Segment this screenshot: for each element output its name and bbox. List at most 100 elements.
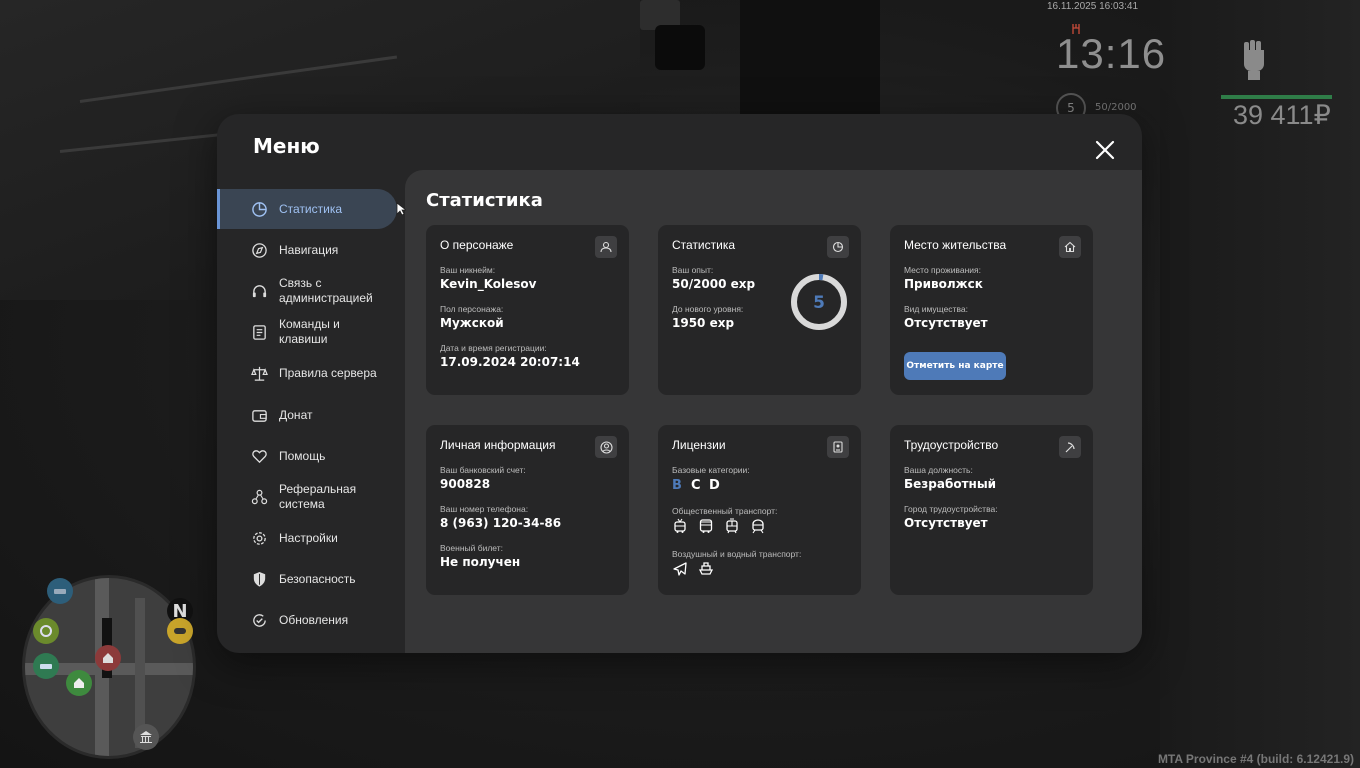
modal-title: Меню: [253, 134, 320, 158]
shield-icon: [253, 571, 266, 587]
sidebar-item-referral[interactable]: Реферальная система: [217, 477, 397, 517]
hud-money: 39 411₽: [1233, 100, 1331, 130]
sidebar-item-updates[interactable]: Обновления: [217, 600, 397, 640]
fist-icon: [1238, 38, 1270, 80]
exp-label: Ваш опыт:: [672, 265, 714, 275]
bus-icon: [699, 519, 713, 533]
gear-icon: [253, 531, 266, 545]
sidebar-item-commands[interactable]: Команды и клавиши: [217, 312, 397, 352]
military-id-label: Военный билет:: [440, 543, 504, 553]
build-version: MTA Province #4 (build: 6.12421.9): [1157, 752, 1354, 766]
content-panel: Статистика О персонаже Ваш никнейм: Kevi…: [405, 170, 1142, 653]
background-wall: [740, 0, 880, 120]
metro-icon: [752, 519, 764, 534]
next-level-label: До нового уровня:: [672, 304, 744, 314]
hud-exp: 50/2000: [1095, 102, 1137, 113]
close-icon: [1095, 140, 1115, 160]
sidebar-item-label: Правила сервера: [279, 365, 377, 380]
sidebar-item-contact-admin[interactable]: Связь с администрацией: [217, 271, 397, 311]
mark-on-map-button[interactable]: Отметить на карте: [904, 352, 1006, 380]
pie-chart-icon: [252, 201, 267, 217]
license-category-b: B: [672, 478, 682, 493]
gender-value: Мужской: [440, 316, 504, 330]
position-value: Безработный: [904, 477, 997, 491]
network-icon: [251, 489, 268, 504]
scales-icon: [251, 366, 268, 381]
position-label: Ваша должность:: [904, 465, 973, 475]
card-title: О персонаже: [440, 238, 514, 252]
sidebar-item-label: Статистика: [279, 201, 343, 216]
phone-label: Ваш номер телефона:: [440, 504, 529, 514]
mouse-cursor-icon: [396, 202, 406, 216]
compass-icon: [252, 242, 267, 258]
level-number: 5: [813, 293, 825, 313]
residence-label: Место проживания:: [904, 265, 981, 275]
sidebar-item-label: Связь с администрацией: [279, 276, 373, 305]
home-marker-icon: [95, 645, 121, 671]
document-icon: [253, 324, 266, 340]
registration-label: Дата и время регистрации:: [440, 343, 547, 353]
nickname-label: Ваш никнейм:: [440, 265, 496, 275]
headset-icon: [252, 284, 267, 297]
card-title: Лицензии: [672, 438, 726, 452]
card-title: Статистика: [672, 238, 736, 252]
sidebar: Статистика Навигация Связь с администрац…: [217, 170, 405, 653]
sidebar-item-label: Реферальная система: [279, 482, 357, 511]
property-value: Отсутствует: [904, 316, 988, 330]
sidebar-item-navigation[interactable]: Навигация: [217, 230, 397, 270]
sidebar-item-label: Навигация: [279, 242, 339, 257]
card-statistics: Статистика Ваш опыт: 50/2000 exp До ново…: [658, 225, 861, 395]
military-id-value: Не получен: [440, 555, 521, 569]
sidebar-item-label: Настройки: [279, 530, 338, 545]
card-personal-info: Личная информация Ваш банковский счет: 9…: [426, 425, 629, 595]
tram-icon: [726, 518, 738, 534]
sidebar-item-label: Безопасность: [279, 571, 356, 586]
user-circle-icon: [595, 436, 617, 458]
card-employment: Трудоустройство Ваша должность: Безработ…: [890, 425, 1093, 595]
sidebar-item-rules[interactable]: Правила сервера: [217, 353, 397, 393]
sidebar-item-donate[interactable]: Донат: [217, 395, 397, 435]
pie-chart-icon: [827, 236, 849, 258]
background-vehicle: [655, 25, 705, 70]
close-button[interactable]: [1093, 138, 1117, 162]
card-title: Личная информация: [440, 438, 556, 452]
refresh-check-icon: [253, 613, 266, 627]
home-icon: [66, 670, 92, 696]
user-icon: [595, 236, 617, 258]
residence-value: Приволжск: [904, 277, 983, 291]
bank-icon: [133, 724, 159, 750]
card-licenses: Лицензии Базовые категории: B C D Общест…: [658, 425, 861, 595]
card-character: О персонаже Ваш никнейм: Kevin_Kolesov П…: [426, 225, 629, 395]
card-title: Трудоустройство: [904, 438, 999, 452]
sidebar-item-settings[interactable]: Настройки: [217, 518, 397, 558]
trolleybus-icon: [674, 518, 686, 533]
public-transport-label: Общественный транспорт:: [672, 506, 778, 516]
sidebar-item-label: Обновления: [279, 612, 349, 627]
phone-value: 8 (963) 120-34-86: [440, 516, 562, 530]
nickname-value: Kevin_Kolesov: [440, 277, 537, 291]
gender-label: Пол персонажа:: [440, 304, 504, 314]
employment-city-value: Отсутствует: [904, 516, 988, 530]
health-bar: [1221, 95, 1332, 99]
sidebar-item-label: Помощь: [279, 448, 326, 463]
hud-clock: 13:16: [1056, 30, 1167, 77]
page-title: Статистика: [426, 190, 543, 211]
wallet-icon: [252, 409, 267, 422]
exp-value: 50/2000 exp: [672, 277, 756, 291]
property-label: Вид имущества:: [904, 304, 968, 314]
bank-account-label: Ваш банковский счет:: [440, 465, 526, 475]
sidebar-item-label: Донат: [279, 407, 313, 422]
bank-account-value: 900828: [440, 477, 491, 491]
next-level-value: 1950 exp: [672, 316, 735, 330]
sidebar-item-help[interactable]: Помощь: [217, 436, 397, 476]
target-icon: [33, 618, 59, 644]
sidebar-item-security[interactable]: Безопасность: [217, 559, 397, 599]
license-category-d: D: [709, 478, 720, 493]
card-title: Место жительства: [904, 238, 1007, 252]
base-categories-label: Базовые категории:: [672, 465, 750, 475]
air-water-transport-label: Воздушный и водный транспорт:: [672, 549, 802, 559]
taxi-icon: [47, 578, 73, 604]
boat-icon: [698, 562, 714, 575]
sidebar-item-statistics[interactable]: Статистика: [217, 189, 397, 229]
level-progress-ring: 5: [791, 274, 847, 330]
